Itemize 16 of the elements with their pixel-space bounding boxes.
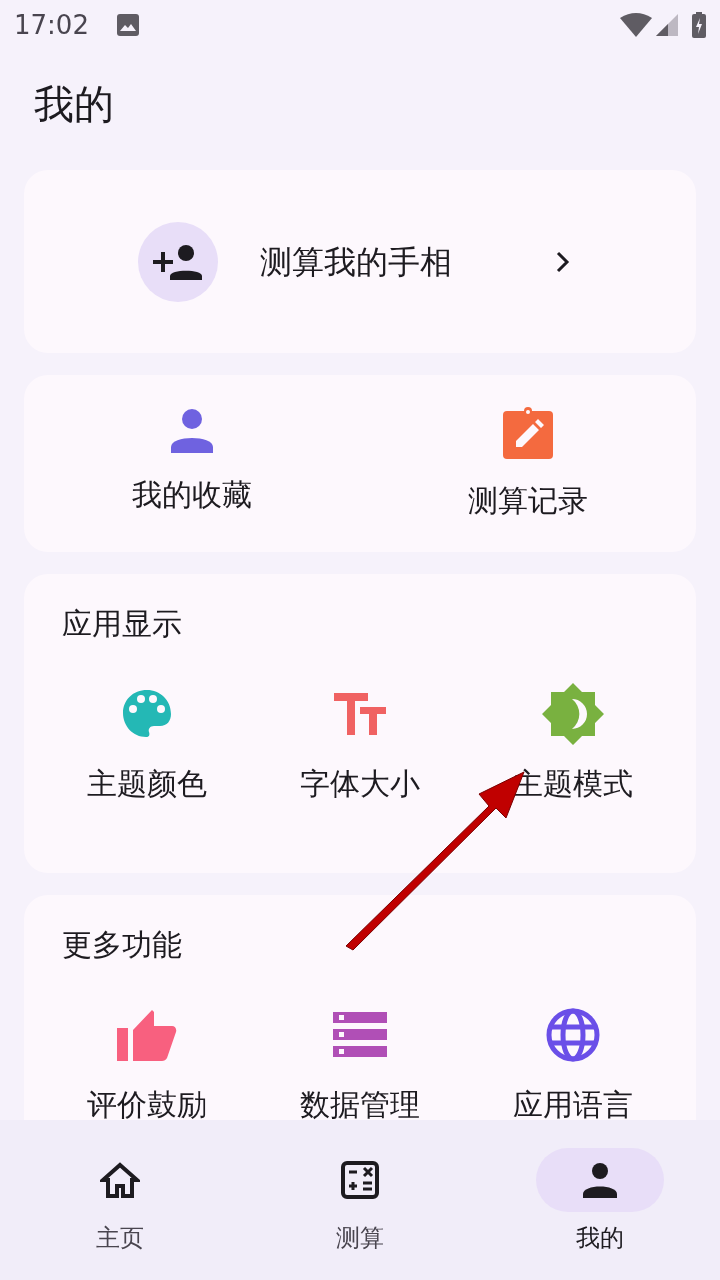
quick-link[interactable]: 我的收藏 (24, 375, 360, 552)
palm-reading-label: 测算我的手相 (260, 241, 453, 283)
quick-link[interactable]: 测算记录 (360, 375, 696, 552)
nav-tab[interactable]: 测算 (240, 1148, 480, 1280)
status-time: 17:02 (14, 8, 89, 42)
setting-item[interactable]: 字体大小 (253, 682, 467, 804)
section-title: 应用显示 (62, 605, 183, 643)
palm-reading-card[interactable]: 测算我的手相 (24, 170, 696, 353)
page-title: 我的 (34, 80, 115, 129)
nav-tab[interactable]: 主页 (0, 1148, 240, 1280)
setting-item[interactable]: 数据管理 (253, 1003, 467, 1120)
setting-item[interactable]: 评价鼓励 (40, 1003, 254, 1120)
setting-item[interactable]: 应用语言 (466, 1003, 680, 1120)
nav-tab[interactable]: 我的 (480, 1148, 720, 1280)
section-title: 更多功能 (62, 926, 183, 964)
setting-item[interactable]: 主题颜色 (40, 682, 254, 804)
